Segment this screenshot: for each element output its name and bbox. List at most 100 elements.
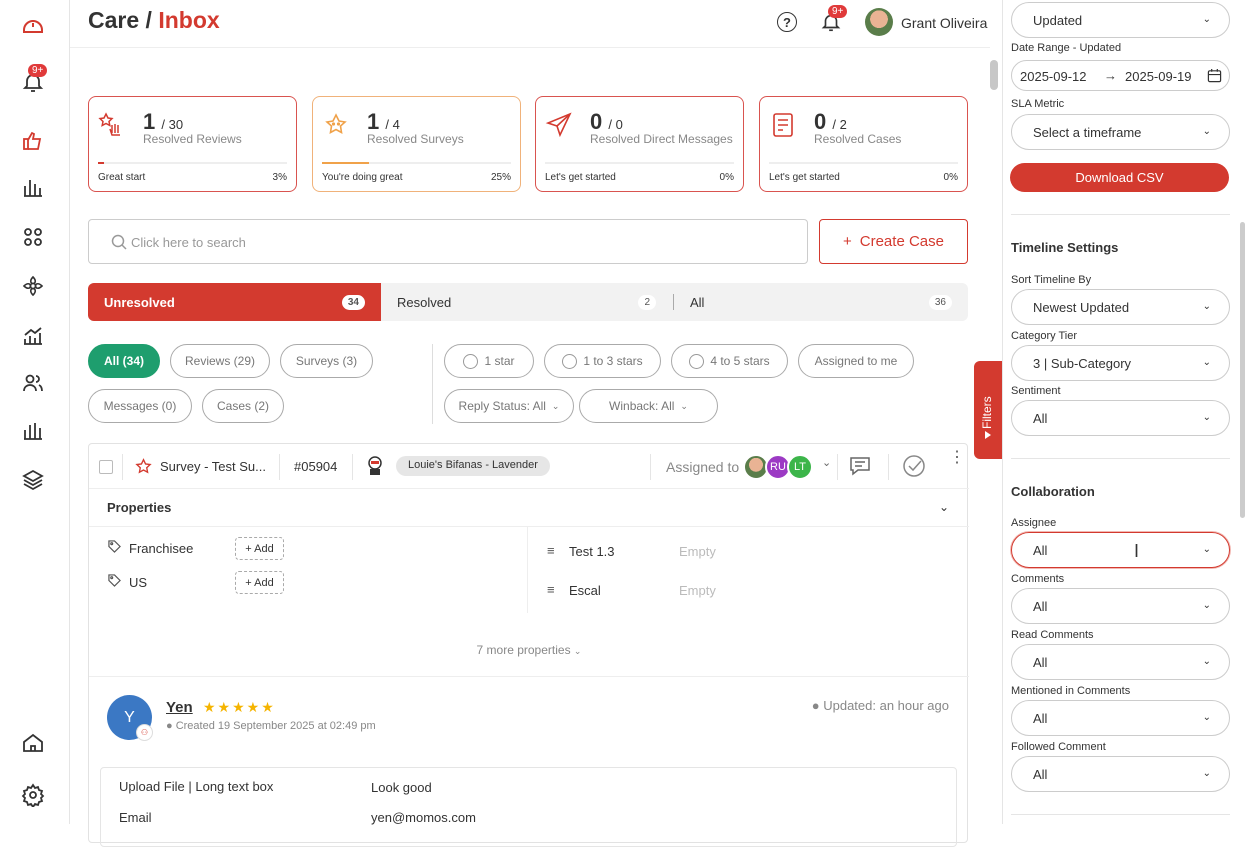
comment-icon[interactable] <box>849 455 871 477</box>
growth-chart-icon[interactable] <box>17 320 49 352</box>
date-range-label: Date Range - Updated <box>1011 42 1122 54</box>
sentiment-select[interactable]: All ⌄ <box>1011 400 1230 436</box>
tag-icon <box>108 574 121 587</box>
sort-label: Sort Timeline By <box>1011 274 1092 286</box>
sort-timeline-select[interactable]: Newest Updated ⌄ <box>1011 289 1230 325</box>
more-properties-link[interactable]: 7 more properties ⌄ <box>89 643 969 657</box>
brand-logo-icon[interactable] <box>17 10 49 42</box>
resolve-check-icon[interactable] <box>902 454 926 478</box>
kpi-card-messages[interactable]: 0 / 0 Resolved Direct Messages Let's get… <box>535 96 744 192</box>
reports-bars-icon[interactable] <box>17 415 49 447</box>
reply-status-dropdown[interactable]: Reply Status: All ⌄ <box>444 389 574 423</box>
search-input[interactable]: Click here to search <box>88 219 808 264</box>
property-name: Escal <box>569 583 601 598</box>
care-thumbs-icon[interactable] <box>17 125 49 157</box>
user-avatar[interactable] <box>865 8 893 36</box>
card-checkbox[interactable] <box>99 460 113 474</box>
separator <box>837 454 838 480</box>
answer-value: yen@momos.com <box>371 810 476 825</box>
kpi-progress-fill <box>322 162 370 164</box>
timeline-settings-title: Timeline Settings <box>1011 240 1119 255</box>
updated-timestamp: ● Updated: an hour ago <box>811 698 949 713</box>
kpi-card-reviews[interactable]: 1 / 30 Resolved Reviews Great start 3% <box>88 96 297 192</box>
chip-surveys[interactable]: Surveys (3) <box>280 344 373 378</box>
chip-cases[interactable]: Cases (2) <box>202 389 284 423</box>
kpi-card-surveys[interactable]: 1 / 4 Resolved Surveys You're doing grea… <box>312 96 521 192</box>
date-to[interactable]: 2025-09-19 <box>1125 69 1192 84</box>
analytics-bars-icon[interactable] <box>17 172 49 204</box>
feedback-card: Survey - Test Su... #05904 Louie's Bifan… <box>88 443 969 847</box>
more-options-icon[interactable]: ⋮ <box>949 450 965 466</box>
caret-right-icon <box>985 431 991 439</box>
followed-comment-select[interactable]: All ⌄ <box>1011 756 1230 792</box>
properties-title[interactable]: Properties <box>107 500 171 515</box>
mentioned-select[interactable]: All ⌄ <box>1011 700 1230 736</box>
chip-all[interactable]: All (34) <box>88 344 160 378</box>
reviewer-name[interactable]: Yen <box>166 699 193 716</box>
flower-icon[interactable] <box>17 270 49 302</box>
layers-icon[interactable] <box>17 464 49 496</box>
main-scrollbar[interactable] <box>990 60 998 90</box>
kpi-progress <box>545 162 734 164</box>
property-value[interactable]: Empty <box>679 544 716 559</box>
chip-1-star[interactable]: 1 star <box>444 344 534 378</box>
tab-count: 2 <box>638 294 656 310</box>
separator <box>279 454 280 480</box>
date-from[interactable]: 2025-09-12 <box>1020 69 1087 84</box>
page-title: Care / Inbox <box>88 7 220 33</box>
location-tag: Louie's Bifanas - Lavender <box>396 456 550 476</box>
sad-face-icon <box>463 353 479 369</box>
filters-panel: Updated ⌄ Date Range - Updated 2025-09-12… <box>1002 0 1246 824</box>
date-type-select[interactable]: Updated ⌄ <box>1011 2 1230 38</box>
chip-4-to-5-stars[interactable]: 4 to 5 stars <box>671 344 788 378</box>
apps-grid-icon[interactable] <box>17 221 49 253</box>
smile-face-icon <box>689 353 705 369</box>
home-icon[interactable] <box>17 727 49 759</box>
answer-question: Upload File | Long text box <box>119 779 274 794</box>
read-comments-select[interactable]: All ⌄ <box>1011 644 1230 680</box>
add-property-button[interactable]: + Add <box>235 571 284 594</box>
chip-messages[interactable]: Messages (0) <box>88 389 192 423</box>
sla-select[interactable]: Select a timeframe ⌄ <box>1011 114 1230 150</box>
created-timestamp: ● Created 19 September 2025 at 02:49 pm <box>166 720 376 732</box>
calendar-icon[interactable] <box>1207 68 1222 83</box>
divider <box>1011 814 1230 815</box>
property-value[interactable]: Empty <box>679 583 716 598</box>
assignee-avatar[interactable]: LT <box>787 454 813 480</box>
tab-all[interactable]: All 36 <box>674 283 968 321</box>
properties-chevron-icon[interactable]: ⌄ <box>939 500 949 514</box>
settings-gear-icon[interactable] <box>17 779 49 811</box>
chip-assigned-to-me[interactable]: Assigned to me <box>798 344 914 378</box>
users-icon[interactable] <box>17 367 49 399</box>
comments-select[interactable]: All ⌄ <box>1011 588 1230 624</box>
header-bell-badge: 9+ <box>828 5 848 18</box>
card-title[interactable]: Survey - Test Su... <box>160 459 266 474</box>
tab-resolved[interactable]: Resolved 2 <box>381 283 668 321</box>
kpi-percent: 0% <box>943 172 958 183</box>
kpi-progress <box>98 162 287 164</box>
panel-scrollbar[interactable] <box>1240 222 1245 518</box>
tab-unresolved[interactable]: Unresolved 34 <box>88 283 381 321</box>
case-document-icon <box>773 113 793 137</box>
assignee-chevron-icon[interactable]: ⌄ <box>822 456 831 469</box>
kpi-footer: Let's get started <box>545 172 616 183</box>
download-csv-button[interactable]: Download CSV <box>1010 163 1229 192</box>
chevron-down-icon: ⌄ <box>1202 712 1211 723</box>
divider <box>89 526 969 527</box>
kpi-percent: 25% <box>490 172 511 183</box>
category-tier-select[interactable]: 3 | Sub-Category ⌄ <box>1011 345 1230 381</box>
kpi-card-cases[interactable]: 0 / 2 Resolved Cases Let's get started 0… <box>759 96 968 192</box>
help-icon[interactable]: ? <box>777 12 797 32</box>
chip-reviews[interactable]: Reviews (29) <box>170 344 270 378</box>
winback-dropdown[interactable]: Winback: All ⌄ <box>579 389 718 423</box>
answer-question: Email <box>119 810 152 825</box>
add-property-button[interactable]: + Add <box>235 537 284 560</box>
create-case-button[interactable]: + Create Case <box>819 219 968 264</box>
date-range-input[interactable]: 2025-09-12 → 2025-09-19 <box>1011 60 1230 91</box>
chip-1-to-3-stars[interactable]: 1 to 3 stars <box>544 344 661 378</box>
search-icon <box>111 234 127 250</box>
assignee-select[interactable]: All I ⌄ <box>1011 532 1230 568</box>
filters-toggle-tab[interactable]: Filters <box>974 361 1004 459</box>
chevron-down-icon: ⌄ <box>1202 656 1211 667</box>
user-name[interactable]: Grant Oliveira <box>901 15 987 31</box>
